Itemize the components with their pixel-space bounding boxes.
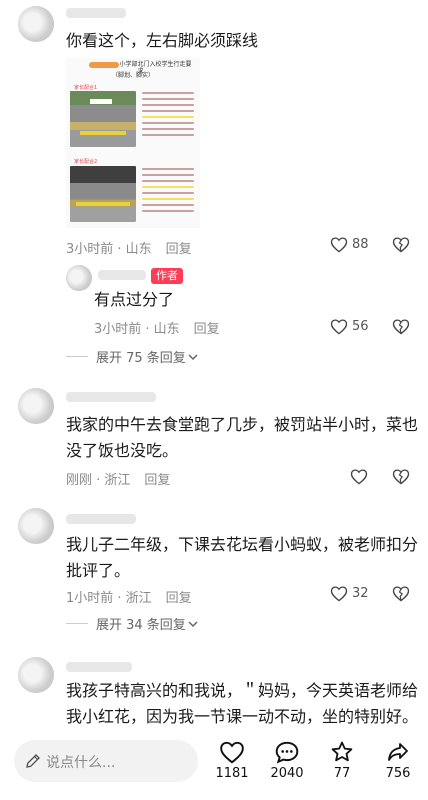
time-location: 1小时前 · 浙江: [66, 591, 152, 606]
comment-meta: 1小时前 · 浙江 回复: [66, 587, 192, 606]
like-button[interactable]: 88: [330, 236, 369, 253]
heart-icon: [330, 586, 348, 602]
username-redacted: [66, 662, 132, 672]
comment-meta: 刚刚 · 浙江 回复: [66, 469, 170, 488]
avatar[interactable]: [66, 265, 92, 291]
comment-count: 2040: [270, 766, 304, 781]
broken-heart-icon: [392, 586, 410, 602]
favorite-button[interactable]: 77: [320, 740, 364, 781]
comment-text-line2: 我小红花，因为我一节课一动不动，坐的特别好。: [66, 707, 419, 726]
share-button[interactable]: 756: [376, 740, 420, 781]
dislike-button[interactable]: [392, 318, 410, 335]
broken-heart-icon: [392, 237, 410, 253]
image-text-1: [142, 92, 194, 140]
image-photo-2: [70, 166, 136, 222]
username-redacted: [98, 270, 146, 280]
like-count: 32: [352, 586, 369, 601]
chevron-down-icon: [188, 620, 198, 627]
dislike-button[interactable]: [392, 468, 410, 485]
chevron-down-icon: [188, 353, 198, 360]
share-count: 756: [385, 766, 411, 781]
time-location: 3小时前 · 山东: [94, 322, 180, 337]
dislike-button[interactable]: [392, 236, 410, 253]
share-icon: [388, 743, 408, 761]
username-redacted: [66, 392, 156, 402]
time-location: 3小时前 · 山东: [66, 242, 152, 257]
like-button[interactable]: 32: [330, 585, 369, 602]
comment-text: 有点过分了: [94, 290, 175, 309]
expand-label: 展开 34 条回复: [96, 618, 186, 633]
comment-text-line2: 没了饭也没吃。: [66, 441, 179, 460]
expand-label: 展开 75 条回复: [96, 351, 186, 366]
comment-meta: 3小时前 · 山东 回复: [94, 318, 220, 337]
avatar[interactable]: [18, 6, 54, 42]
heart-icon: [330, 319, 348, 335]
star-icon: [331, 741, 353, 762]
heart-icon: [350, 469, 368, 485]
reply-button[interactable]: 回复: [194, 322, 220, 337]
image-text-2: [142, 168, 194, 216]
comments-button[interactable]: 2040: [265, 740, 309, 781]
comment-text-line1: 我孩子特高兴的和我说，＂妈妈，今天英语老师给: [66, 681, 419, 700]
comment-text: 你看这个，左右脚必须踩线: [66, 31, 259, 50]
author-badge: 作者: [151, 268, 183, 284]
username-redacted: [66, 514, 136, 524]
like-post-button[interactable]: 1181: [210, 740, 254, 781]
image-photo-1: [70, 91, 136, 147]
bottom-action-bar: 说点什么... 1181 2040 77 756: [0, 730, 428, 800]
comment-text-line1: 我家的中午去食堂跑了几步，被罚站半小时，菜也: [66, 415, 419, 434]
heart-icon: [330, 237, 348, 253]
image-label-1: 家长配合1: [74, 85, 98, 91]
time-location: 刚刚 · 浙江: [66, 473, 131, 488]
reply-button[interactable]: 回复: [166, 242, 192, 257]
favorite-count: 77: [333, 766, 351, 781]
avatar[interactable]: [18, 657, 54, 693]
comment-input[interactable]: 说点什么...: [14, 740, 198, 782]
like-button[interactable]: [350, 468, 368, 485]
pencil-icon: [26, 754, 40, 768]
username-redacted: [66, 8, 126, 18]
avatar[interactable]: [18, 508, 54, 544]
comment-text-line1: 我儿子二年级，下课去花坛看小蚂蚁，被老师扣分: [66, 535, 419, 554]
comment-meta: 3小时前 · 山东 回复: [66, 238, 192, 257]
comment-bubble-icon: [275, 741, 299, 764]
dislike-button[interactable]: [392, 585, 410, 602]
input-placeholder: 说点什么...: [46, 755, 116, 771]
like-count: 56: [352, 319, 369, 334]
broken-heart-icon: [392, 469, 410, 485]
reply-button[interactable]: 回复: [144, 473, 170, 488]
image-label-2: 家长配合2: [74, 159, 98, 165]
reply-button[interactable]: 回复: [166, 591, 192, 606]
expand-replies-button[interactable]: 展开 34 条回复: [66, 614, 198, 633]
heart-icon: [220, 741, 244, 764]
like-count: 1181: [215, 766, 249, 781]
expand-replies-button[interactable]: 展开 75 条回复: [66, 347, 198, 366]
avatar[interactable]: [18, 388, 54, 424]
redacted-mark: [89, 61, 120, 68]
comment-image[interactable]: 小学部北门入校学生行走要求 （脚划、脚实） 家长配合1 家长配合2: [66, 58, 200, 228]
broken-heart-icon: [392, 319, 410, 335]
comment-text-line2: 批评了。: [66, 561, 131, 580]
divider: [66, 623, 88, 624]
like-count: 88: [352, 237, 369, 252]
image-subtitle: （脚划、脚实）: [111, 72, 154, 79]
divider: [66, 356, 88, 357]
like-button[interactable]: 56: [330, 318, 369, 335]
